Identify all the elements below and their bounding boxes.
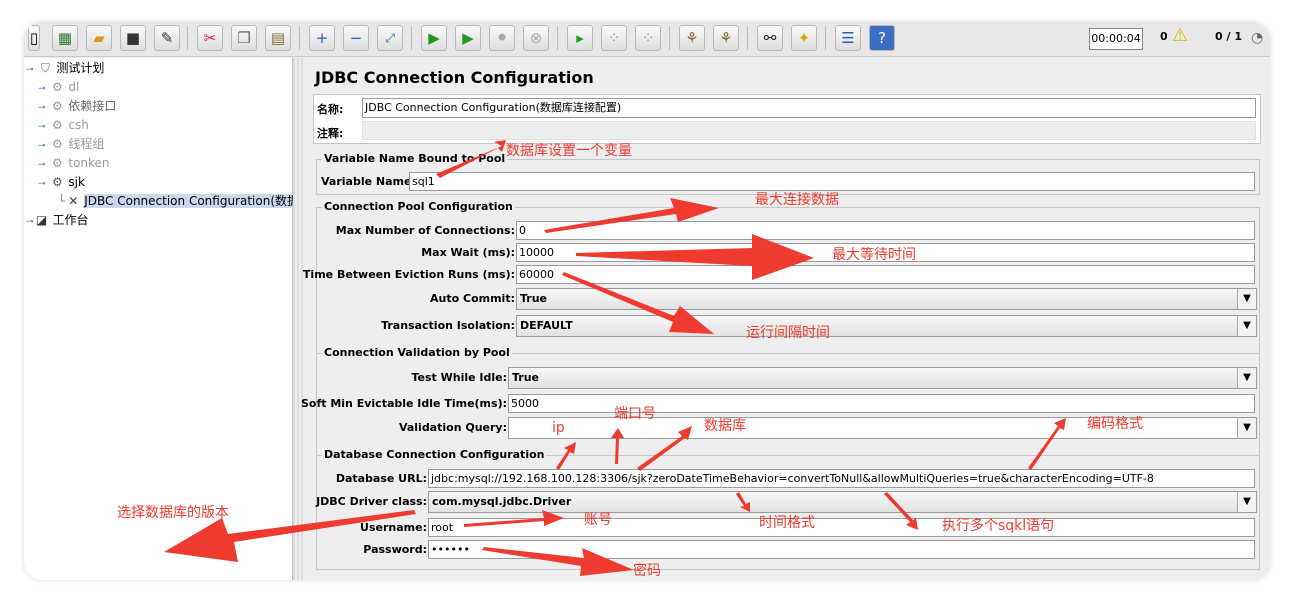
annotation-db-variable: 数据库设置一个变量 xyxy=(506,143,632,159)
annotation-time-format: 时间格式 xyxy=(759,515,815,531)
arrow-ip xyxy=(556,442,576,470)
arrow-multi-sql xyxy=(884,492,918,530)
annotation-eviction: 运行间隔时间 xyxy=(746,325,830,341)
annotation-encoding: 编码格式 xyxy=(1087,416,1143,432)
arrow-eviction xyxy=(562,272,714,334)
annotation-max-wait: 最大等待时间 xyxy=(832,247,916,263)
arrow-max-conn xyxy=(544,198,719,233)
annotation-ip: ip xyxy=(552,420,565,436)
arrow-max-wait xyxy=(576,234,814,280)
annotation-driver-version: 选择数据库的版本 xyxy=(117,505,229,521)
annotation-arrows xyxy=(164,140,1066,576)
annotation-database: 数据库 xyxy=(704,418,746,434)
app-window: ▯ ▦ ▰ ■ ✎ ✂ ❐ ▤ + − ⤢ ▶ ▶ ⬣ ⊗ ▸ ⁘ ⁘ ⚘ ⚘ … xyxy=(24,22,1270,580)
annotation-account: 账号 xyxy=(584,512,612,528)
annotation-port: 端口号 xyxy=(614,406,656,422)
arrow-database xyxy=(637,426,692,471)
arrow-encoding xyxy=(1028,418,1066,470)
arrow-password xyxy=(482,547,634,576)
arrow-time-format xyxy=(736,492,750,512)
arrow-port xyxy=(611,428,624,464)
annotation-max-conn: 最大连接数据 xyxy=(755,192,839,208)
annotation-multi-sql: 执行多个sqkl语句 xyxy=(942,518,1055,534)
arrow-account xyxy=(464,510,564,527)
annotation-password: 密码 xyxy=(633,563,661,579)
arrow-variable xyxy=(436,140,506,178)
